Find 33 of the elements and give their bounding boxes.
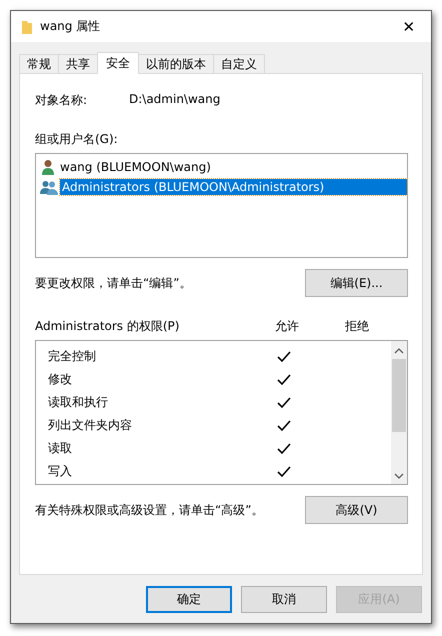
user-list-item[interactable]: Administrators (BLUEMOON\Administrators) <box>60 179 407 195</box>
tab[interactable]: 共享 <box>58 54 98 73</box>
permission-name: 列出文件夹内容 <box>48 417 133 434</box>
user-icon <box>40 159 56 175</box>
permission-name: 读取和执行 <box>48 394 109 411</box>
user-list[interactable]: wang (BLUEMOON\wang) Administrators (BLUEMOON\Administrators) <box>35 153 408 258</box>
window-title: wang 属性 <box>40 18 102 35</box>
scrollbar[interactable] <box>391 341 407 484</box>
advanced-hint: 有关特殊权限或高级设置，请单击“高级”。 <box>35 502 264 518</box>
permission-name: 修改 <box>48 371 73 388</box>
users-label: 组或用户名(G): <box>35 131 119 148</box>
permission-name: 完全控制 <box>48 348 97 365</box>
advanced-button[interactable]: 高级(V) <box>305 496 408 524</box>
tab[interactable]: 自定义 <box>213 54 265 73</box>
scroll-up-icon[interactable] <box>394 347 404 355</box>
deny-header: 拒绝 <box>344 318 370 335</box>
edit-hint: 要更改权限，请单击“编辑”。 <box>35 274 192 292</box>
allow-header: 允许 <box>274 318 300 335</box>
user-list-item[interactable]: wang (BLUEMOON\wang) <box>58 159 407 175</box>
close-button[interactable]: ✕ <box>387 11 431 42</box>
dialog-button[interactable]: 取消 <box>241 586 327 613</box>
dialog-button[interactable]: 确定 <box>146 586 232 613</box>
edit-button[interactable]: 编辑(E)... <box>305 269 408 297</box>
tab[interactable]: 安全 <box>97 52 139 74</box>
folder-icon <box>21 18 33 34</box>
users-icon <box>40 179 58 195</box>
permission-name: 写入 <box>48 463 73 480</box>
scroll-down-icon[interactable] <box>394 472 404 480</box>
tab[interactable]: 常规 <box>19 54 59 73</box>
object-name-label: 对象名称: <box>35 92 88 109</box>
permission-name: 读取 <box>48 440 73 457</box>
object-path: D:\admin\wang <box>129 92 220 108</box>
permissions-label: Administrators 的权限(P) <box>35 318 180 335</box>
